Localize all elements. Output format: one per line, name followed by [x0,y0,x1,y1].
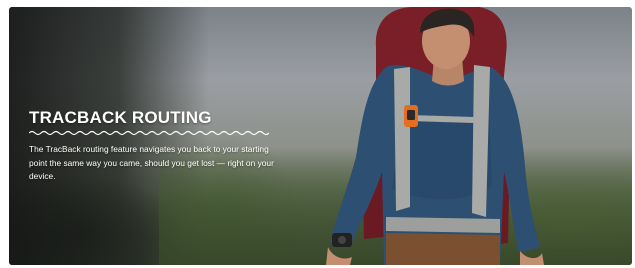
hiker-photo [326,7,544,265]
feature-description: The TracBack routing feature navigates y… [29,144,274,182]
feature-title: TRACBACK ROUTING [29,108,212,127]
feature-banner: TRACBACK ROUTING The TracBack routing fe… [9,7,632,265]
wave-divider [29,130,269,136]
